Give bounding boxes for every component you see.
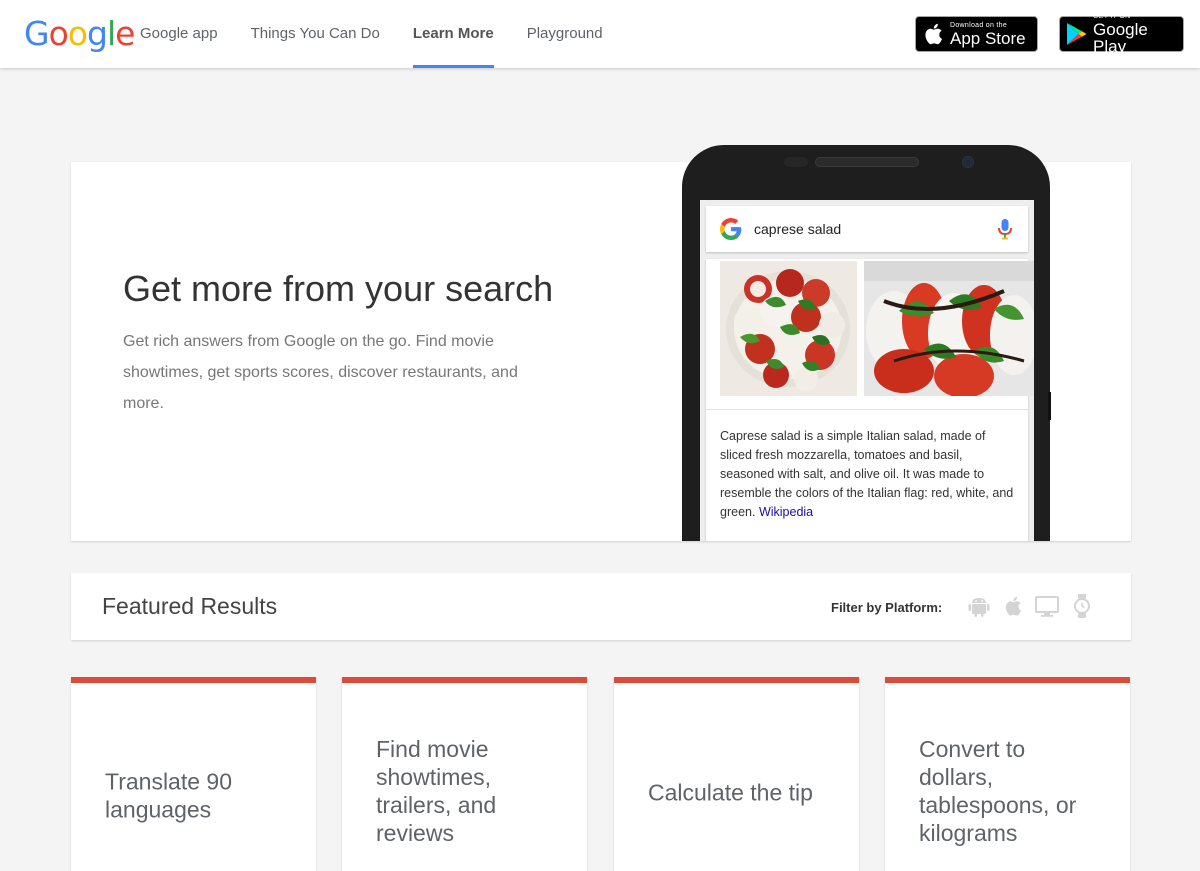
google-play-small-text: GET IT ON [1093, 13, 1131, 20]
microphone-icon[interactable] [997, 218, 1013, 240]
logo-letter: l [106, 14, 116, 53]
phone-screen: caprese salad Caprese salad is a simple … [700, 200, 1034, 541]
google-play-big-text: Google Play [1093, 20, 1148, 56]
hero-title: Get more from your search [123, 268, 554, 309]
top-header: Google Google app Things You Can Do Lear… [0, 0, 1200, 68]
caprese-image[interactable] [864, 261, 1034, 396]
feature-card-label: Convert to dollars, tablespoons, or kilo… [919, 736, 1077, 847]
phone-speaker [815, 157, 919, 167]
phone-side-button [1048, 392, 1051, 420]
phone-sensor [784, 157, 808, 167]
apple-icon[interactable] [1000, 593, 1026, 619]
featured-results-bar: Featured Results Filter by Platform: [71, 573, 1131, 640]
nav-learn-more[interactable]: Learn More [412, 0, 494, 68]
nav-google-app[interactable]: Google app [140, 0, 218, 68]
app-store-button[interactable]: Download on the App Store [915, 16, 1038, 52]
app-store-big-text: App Store [950, 28, 1026, 48]
phone-camera [962, 156, 974, 168]
feature-card-movies[interactable]: Find movie showtimes, trailers, and revi… [342, 677, 587, 871]
hero-subtitle: Get rich answers from Google on the go. … [123, 333, 518, 412]
feature-card-tip[interactable]: Calculate the tip [614, 677, 859, 871]
feature-card-label: Translate 90 languages [105, 768, 232, 823]
nav-playground[interactable]: Playground [527, 0, 603, 68]
phone-search-query: caprese salad [754, 221, 842, 237]
google-g-icon [720, 218, 742, 240]
knowledge-card: Caprese salad is a simple Italian salad,… [706, 259, 1034, 541]
google-play-button[interactable]: GET IT ON Google Play [1059, 13, 1184, 56]
phone-search-bar[interactable]: caprese salad [706, 206, 1028, 252]
logo-letter: e [115, 14, 135, 53]
main-nav: Google app Things You Can Do Learn More … [140, 0, 636, 68]
logo-letter: g [86, 14, 108, 53]
android-icon[interactable] [966, 593, 992, 619]
wikipedia-link[interactable]: Wikipedia [759, 505, 813, 519]
app-store-small-text: Download on the [950, 21, 1008, 29]
feature-card-translate[interactable]: Translate 90 languages [71, 677, 316, 871]
watch-icon[interactable] [1069, 593, 1095, 619]
logo-letter: o [67, 14, 88, 53]
filter-by-platform-label: Filter by Platform: [831, 600, 943, 615]
feature-card-convert[interactable]: Convert to dollars, tablespoons, or kilo… [885, 677, 1130, 871]
featured-results-title: Featured Results [102, 593, 278, 619]
result-description: Caprese salad is a simple Italian salad,… [720, 427, 1020, 522]
caprese-image[interactable] [720, 261, 857, 396]
feature-card-label: Calculate the tip [648, 779, 813, 806]
nav-things-you-can-do[interactable]: Things You Can Do [251, 0, 380, 68]
divider [706, 409, 1028, 410]
logo-letter: G [24, 14, 50, 53]
phone-illustration: caprese salad Caprese salad is a simple … [682, 145, 1050, 541]
desktop-icon[interactable] [1034, 593, 1060, 619]
google-logo[interactable]: Google [24, 14, 135, 54]
play-store-icon [1060, 22, 1093, 46]
apple-icon [916, 22, 950, 46]
feature-card-label: Find movie showtimes, trailers, and revi… [376, 736, 497, 847]
logo-letter: o [48, 14, 69, 53]
